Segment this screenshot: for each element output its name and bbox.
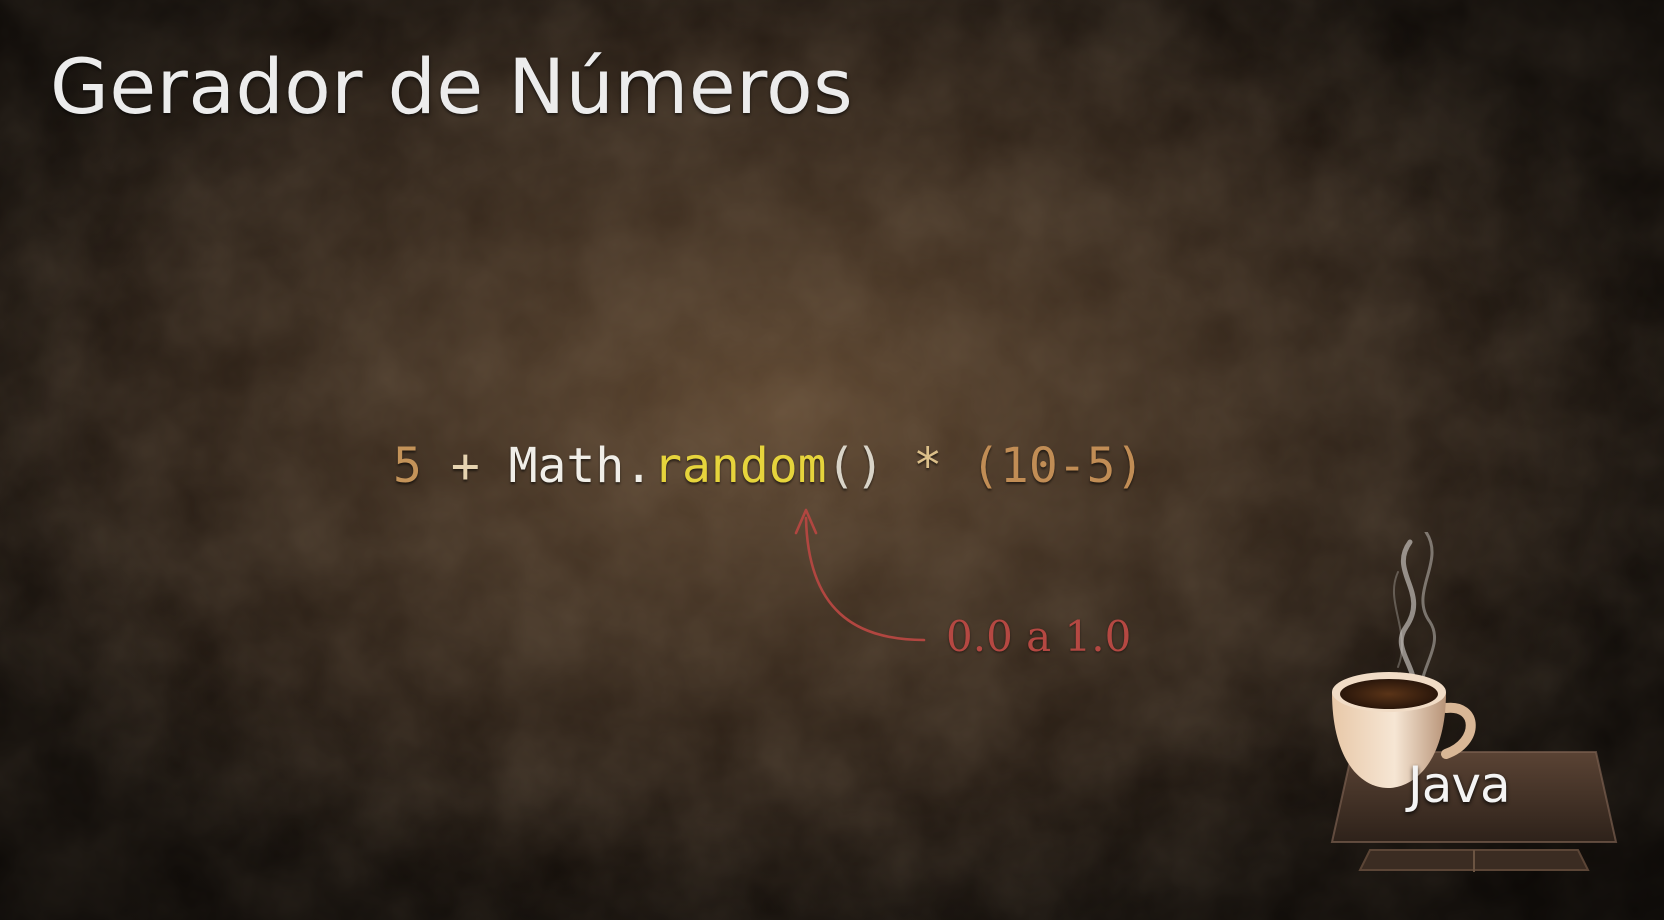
range-annotation: 0.0 a 1.0 <box>946 612 1132 661</box>
coffee-cup-icon <box>1330 530 1618 872</box>
logo-text: Java <box>1408 756 1511 814</box>
slide: Gerador de Números 5 + Math.random() * (… <box>0 0 1664 920</box>
java-logo: Java <box>1318 530 1638 892</box>
